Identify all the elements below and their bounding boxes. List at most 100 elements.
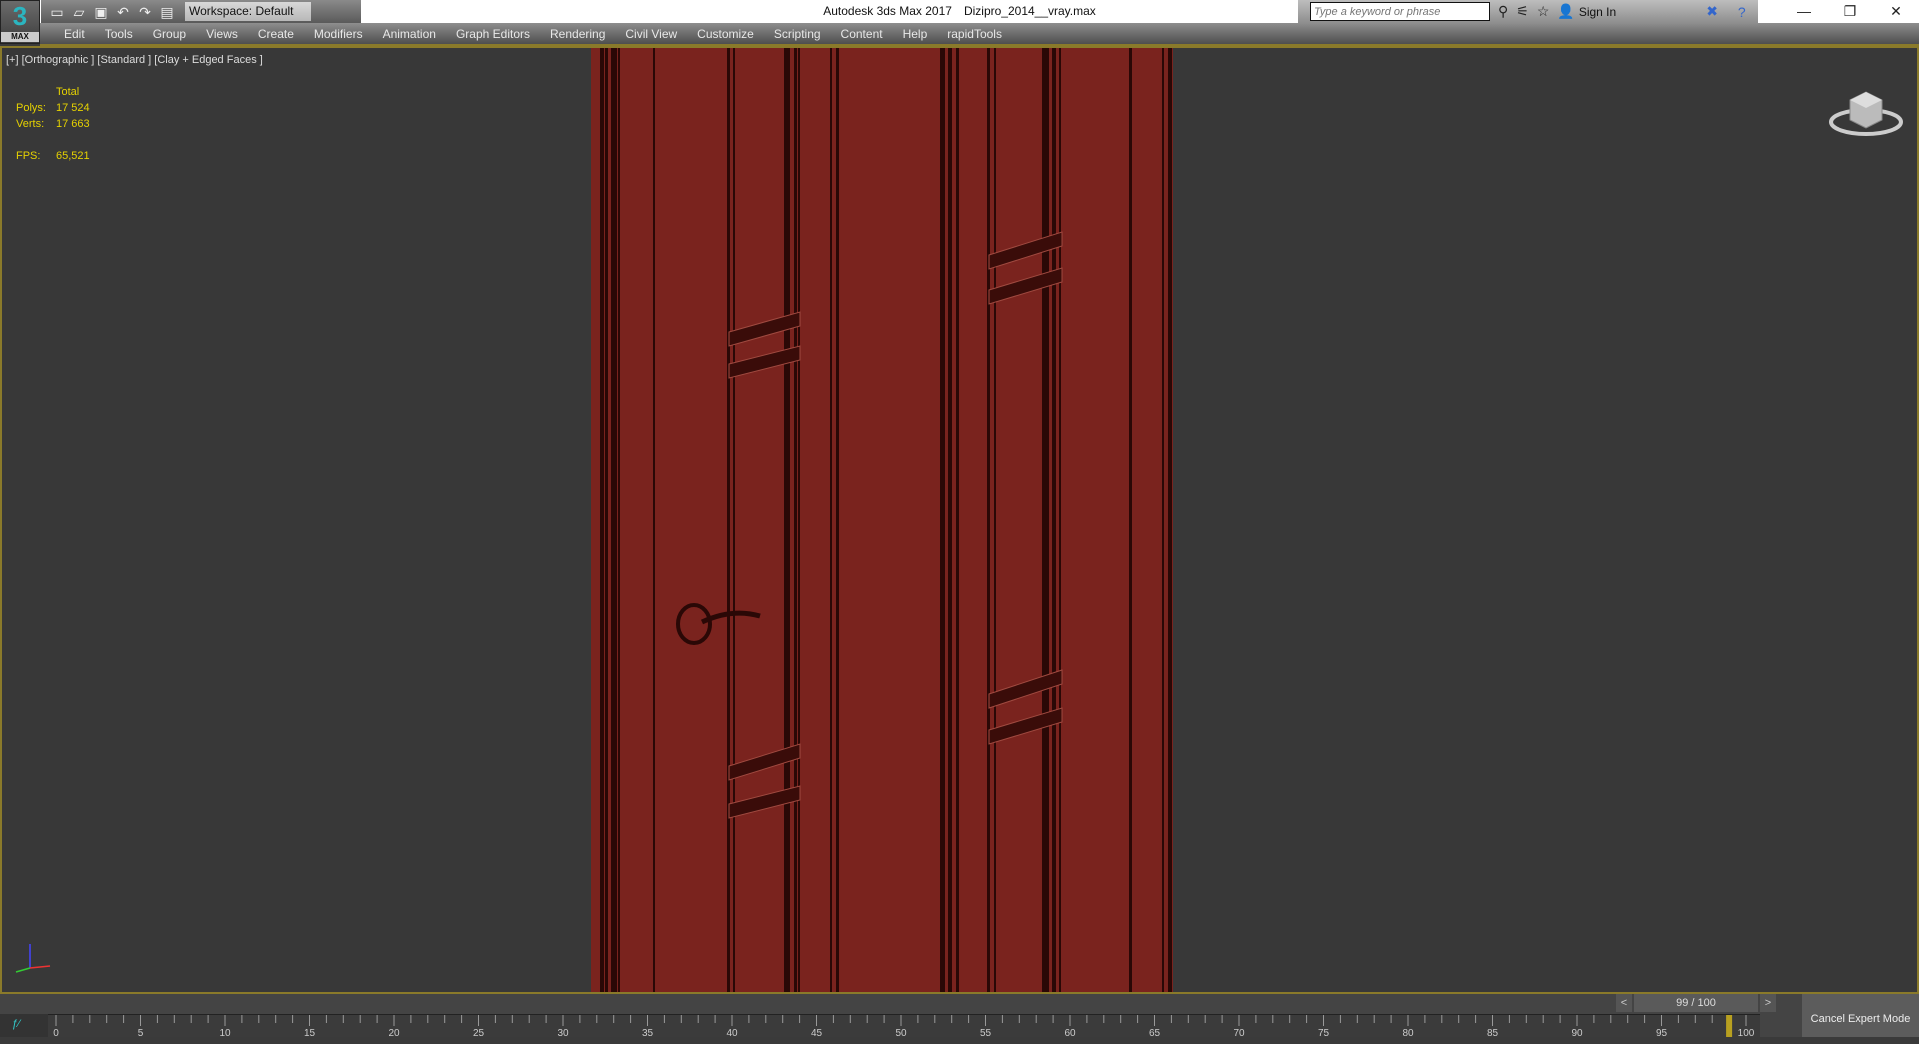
sign-in-button[interactable]: Sign In <box>1579 5 1616 19</box>
exchange-icon[interactable]: ✖ <box>1706 3 1718 20</box>
timeline-tick-label: 85 <box>1487 1028 1499 1037</box>
menu-tools[interactable]: Tools <box>95 27 143 41</box>
minimize-button[interactable]: — <box>1781 0 1827 23</box>
logo-text: MAX <box>1 32 39 42</box>
door-edge-line <box>600 48 604 992</box>
curve-editor-icon[interactable]: ƒ⁄ <box>0 1014 48 1037</box>
menu-edit[interactable]: Edit <box>54 27 95 41</box>
menu-scripting[interactable]: Scripting <box>764 27 831 41</box>
door-edge-line <box>1042 48 1049 992</box>
timeline-tick-label: 35 <box>642 1028 654 1037</box>
timeline-tick-label: 60 <box>1064 1028 1076 1037</box>
undo-icon[interactable]: ↶ <box>115 4 131 20</box>
close-button[interactable]: ✕ <box>1873 0 1919 23</box>
star-icon[interactable]: ☆ <box>1537 3 1550 20</box>
redo-icon[interactable]: ↷ <box>137 4 153 20</box>
polys-label: Polys: <box>16 102 46 114</box>
door-edge-line <box>956 48 959 992</box>
timeline-tick-label: 50 <box>895 1028 907 1037</box>
door-edge-line <box>1162 48 1164 992</box>
info-center: ⚲ ⚟ ☆ 👤 Sign In ✖ ? <box>1298 0 1758 23</box>
timeline-tick-label: 80 <box>1402 1028 1414 1037</box>
timeline-tick-label: 95 <box>1656 1028 1668 1037</box>
door-edge-line <box>727 48 730 992</box>
door-edge-line <box>948 48 952 992</box>
menu-modifiers[interactable]: Modifiers <box>304 27 373 41</box>
menu-bar: Edit Tools Group Views Create Modifiers Animat… <box>40 23 1919 46</box>
door-model <box>591 48 1173 992</box>
quick-access-toolbar: ▭ ▱ ▣ ↶ ↷ ▤ Workspace: Default <box>41 0 361 23</box>
restore-button[interactable]: ❐ <box>1827 0 1873 23</box>
timeline-tick-label: 65 <box>1149 1028 1161 1037</box>
door-edge-line <box>940 48 945 992</box>
timeline-tick-label: 15 <box>304 1028 316 1037</box>
new-file-icon[interactable]: ▭ <box>49 4 65 20</box>
stats-header: Total <box>56 86 80 98</box>
door-edge-line <box>1168 48 1172 992</box>
axis-tripod-icon <box>15 944 51 973</box>
timeline-tick-label: 10 <box>219 1028 231 1037</box>
door-edge-line <box>784 48 790 992</box>
timeline-tick-label: 25 <box>473 1028 485 1037</box>
timeline-tick-label: 30 <box>557 1028 569 1037</box>
cancel-expert-mode-button[interactable]: Cancel Expert Mode <box>1802 994 1919 1037</box>
save-icon[interactable]: ▣ <box>93 4 109 20</box>
file-name: Dizipro_2014__vray.max <box>963 4 1096 18</box>
menu-rendering[interactable]: Rendering <box>540 27 615 41</box>
time-slider[interactable]: < 99 / 100 > <box>1616 994 1776 1012</box>
verts-label: Verts: <box>16 118 45 130</box>
timeline-track[interactable]: 0 5 10 15 20 25 30 35 40 45 50 55 60 65 70 75 80 85 90 95 10… <box>48 1014 1760 1037</box>
next-frame-button[interactable]: > <box>1760 994 1776 1012</box>
title-bar: ▭ ▱ ▣ ↶ ↷ ▤ Workspace: Default Autodesk … <box>0 0 1919 23</box>
open-file-icon[interactable]: ▱ <box>71 4 87 20</box>
fps-value: 65,521 <box>56 150 90 162</box>
workspace-dropdown[interactable]: Workspace: Default <box>185 2 311 21</box>
door-edge-line <box>653 48 655 992</box>
timeline-tick-label: 100 <box>1738 1028 1755 1037</box>
menu-animation[interactable]: Animation <box>373 27 446 41</box>
door-edge-line <box>794 48 797 992</box>
timeline-tick-label: 70 <box>1233 1028 1245 1037</box>
door-edge-line <box>987 48 990 992</box>
door-edge-line <box>836 48 839 992</box>
time-slider-area: < 99 / 100 > ƒ⁄ 0 5 10 15 20 25 30 35 40 45 50 55 60… <box>0 994 1919 1037</box>
door-body <box>591 48 1173 992</box>
help-icon[interactable]: ? <box>1738 4 1746 20</box>
viewcube-icon[interactable] <box>1828 82 1904 138</box>
menu-content[interactable]: Content <box>831 27 893 41</box>
timeline-tick-label: 45 <box>811 1028 823 1037</box>
timeline-tick-label: 90 <box>1571 1028 1583 1037</box>
app-title: Autodesk 3ds Max 2017 <box>823 4 952 18</box>
menu-rapidtools[interactable]: rapidTools <box>937 27 1012 41</box>
menu-graph-editors[interactable]: Graph Editors <box>446 27 540 41</box>
satellite-icon[interactable]: ⚟ <box>1516 3 1529 20</box>
polys-value: 17 524 <box>56 102 90 114</box>
binoculars-icon[interactable]: ⚲ <box>1498 3 1508 20</box>
door-edge-line <box>605 48 608 992</box>
door-edge-line <box>1129 48 1132 992</box>
menu-views[interactable]: Views <box>196 27 248 41</box>
viewport-statistics: Total Polys: 17 524 Verts: 17 663 FPS: 65,5… <box>16 84 90 164</box>
viewport-orthographic[interactable]: [+] [Orthographic ] [Standard ] [Clay + … <box>0 46 1919 994</box>
menu-help[interactable]: Help <box>893 27 938 41</box>
menu-customize[interactable]: Customize <box>687 27 764 41</box>
timeline-tick-label: 40 <box>726 1028 738 1037</box>
door-edge-line <box>1052 48 1056 992</box>
door-edge-line <box>618 48 620 992</box>
door-edge-line <box>1059 48 1061 992</box>
prev-frame-button[interactable]: < <box>1616 994 1632 1012</box>
project-folder-icon[interactable]: ▤ <box>159 4 175 20</box>
menu-group[interactable]: Group <box>143 27 196 41</box>
verts-value: 17 663 <box>56 118 90 130</box>
frame-counter[interactable]: 99 / 100 <box>1634 994 1758 1012</box>
menu-civil-view[interactable]: Civil View <box>615 27 687 41</box>
current-frame-marker[interactable] <box>1726 1015 1733 1037</box>
menu-create[interactable]: Create <box>248 27 304 41</box>
app-menu-button[interactable]: 3 MAX <box>0 0 40 44</box>
fps-label: FPS: <box>16 150 41 162</box>
door-edge-line <box>611 48 617 992</box>
door-edge-line <box>994 48 996 992</box>
search-input[interactable] <box>1310 2 1490 21</box>
door-edge-line <box>798 48 800 992</box>
timeline-tick-label: 75 <box>1318 1028 1330 1037</box>
